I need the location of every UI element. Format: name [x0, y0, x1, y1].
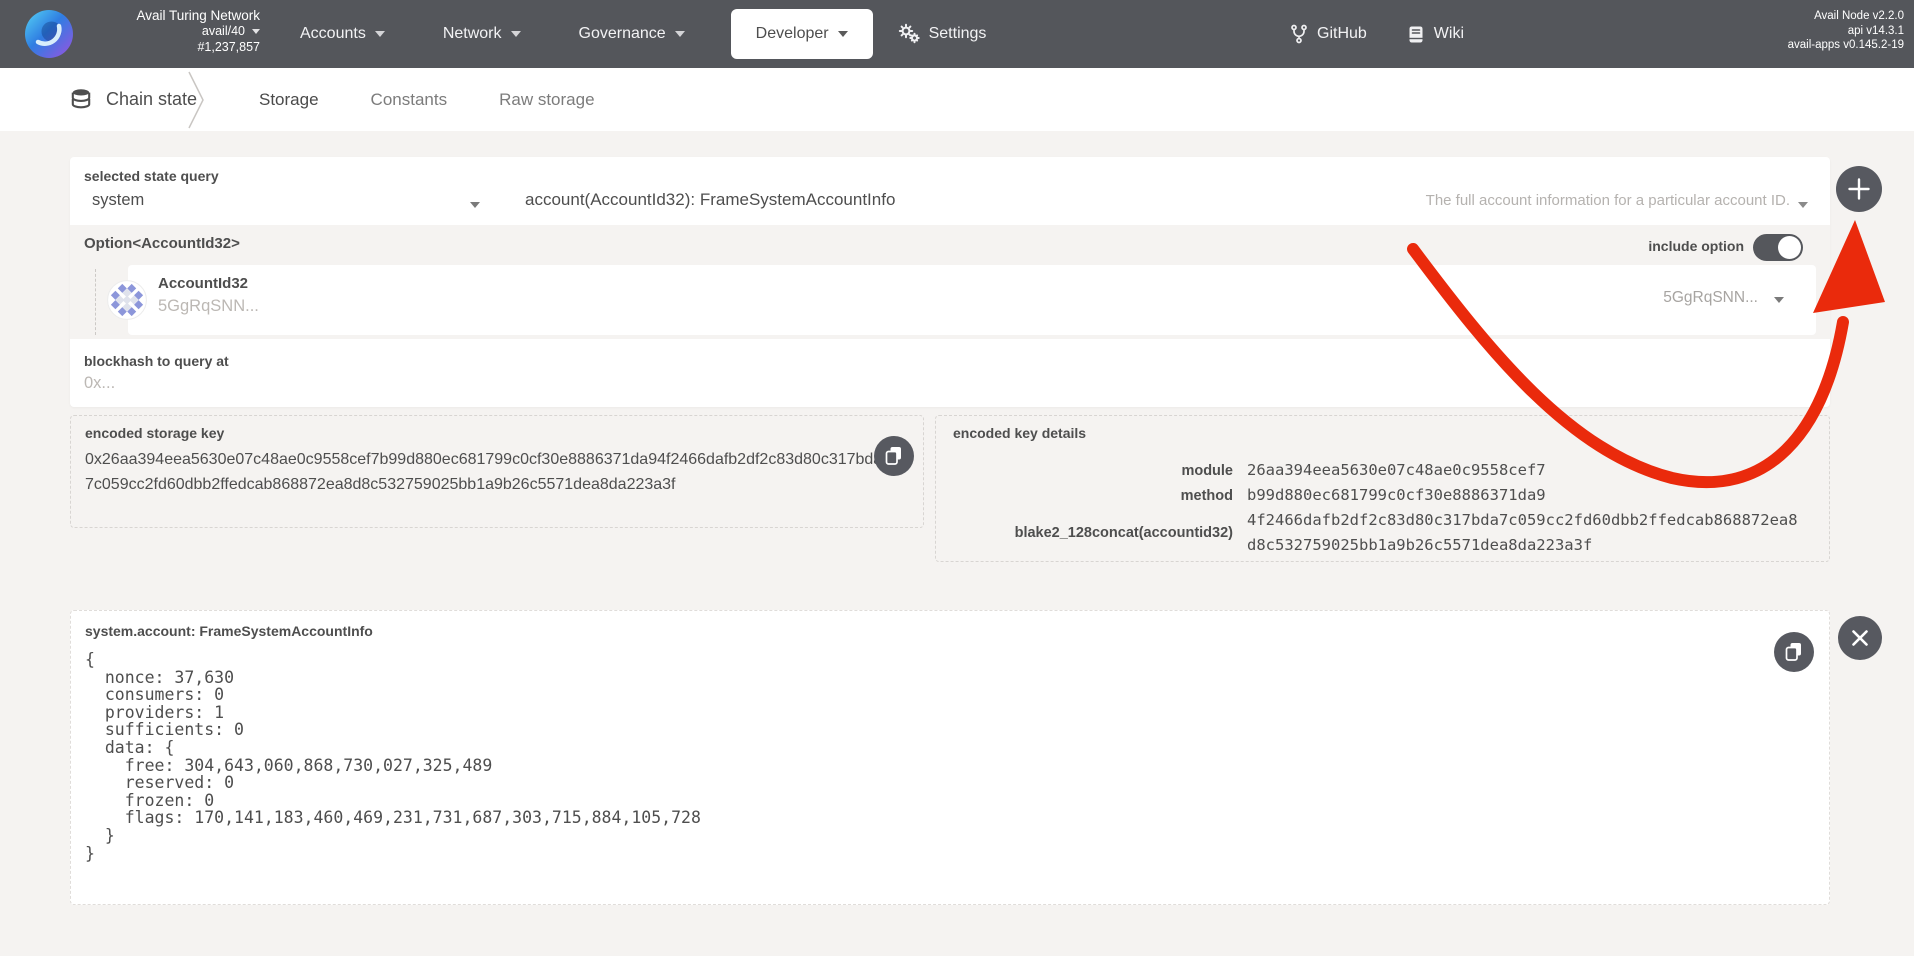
detail-row-method: method b99d880ec681799c0cf30e8886371da9 — [936, 483, 1829, 508]
include-option-label: include option — [1648, 238, 1744, 254]
encoded-storage-key-value: 0x26aa394eea5630e07c48ae0c9558cef7b99d88… — [85, 447, 891, 497]
apps-version: avail-apps v0.145.2-19 — [1788, 38, 1904, 53]
caret-down-icon — [1798, 202, 1808, 208]
detail-value: 26aa394eea5630e07c48ae0c9558cef7 — [1247, 458, 1799, 483]
param-card: AccountId32 5GgRqSNN... — [128, 265, 1816, 335]
wiki-link[interactable]: Wiki — [1407, 25, 1464, 44]
detail-value: b99d880ec681799c0cf30e8886371da9 — [1247, 483, 1799, 508]
avail-logo-icon — [25, 10, 73, 58]
detail-value: 4f2466dafb2df2c83d80c317bda7c059cc2fd60d… — [1247, 508, 1799, 558]
add-query-button[interactable] — [1836, 166, 1882, 212]
option-type-label: Option<AccountId32> — [84, 235, 240, 252]
encoded-key-details-label: encoded key details — [953, 425, 1086, 441]
section-label: Chain state — [106, 89, 197, 110]
method-description: The full account information for a parti… — [1426, 192, 1790, 209]
copy-key-button[interactable] — [874, 436, 914, 476]
tab-storage[interactable]: Storage — [259, 68, 319, 131]
caret-down-icon — [1774, 297, 1784, 303]
detail-label: method — [936, 484, 1233, 508]
result-json: { nonce: 37,630 consumers: 0 providers: … — [85, 651, 701, 862]
nav-item-governance[interactable]: Governance — [579, 25, 685, 43]
detail-label: blake2_128concat(accountid32) — [936, 521, 1233, 545]
detail-label: module — [936, 459, 1233, 483]
avail-logo[interactable] — [25, 10, 73, 58]
query-card: selected state query system account(Acco… — [70, 157, 1830, 407]
result-card: system.account: FrameSystemAccountInfo {… — [70, 610, 1830, 905]
method-select[interactable]: account(AccountId32): FrameSystemAccount… — [510, 185, 1830, 225]
main-nav: Accounts Network Governance Developer Se… — [300, 0, 986, 68]
encoded-storage-key-label: encoded storage key — [85, 425, 224, 441]
detail-row-blake2: blake2_128concat(accountid32) 4f2466dafb… — [936, 508, 1829, 558]
tab-constants[interactable]: Constants — [371, 68, 448, 131]
gear-cluster-icon — [897, 23, 921, 45]
tab-raw-storage[interactable]: Raw storage — [499, 68, 594, 131]
nav-item-accounts[interactable]: Accounts — [300, 25, 385, 43]
section-divider — [188, 70, 208, 130]
copy-icon — [874, 436, 914, 476]
caret-down-icon — [511, 31, 521, 37]
blockhash-label: blockhash to query at — [84, 353, 229, 369]
module-select[interactable]: system — [70, 185, 510, 225]
identicon[interactable] — [107, 280, 147, 320]
chain-label: avail/40 — [202, 24, 245, 39]
account-id-input[interactable] — [158, 297, 798, 316]
database-icon — [70, 88, 92, 111]
close-icon — [1838, 616, 1882, 660]
module-value: system — [92, 191, 144, 210]
version-info: Avail Node v2.2.0 api v14.3.1 avail-apps… — [1788, 9, 1904, 53]
settings-button[interactable]: Settings — [897, 23, 987, 45]
nav-item-network[interactable]: Network — [443, 25, 521, 43]
tab-bar: Chain state Storage Constants Raw storag… — [0, 68, 1914, 131]
encoded-storage-key-panel: encoded storage key 0x26aa394eea5630e07c… — [70, 415, 924, 528]
api-version: api v14.3.1 — [1788, 24, 1904, 39]
nav-item-developer-active[interactable]: Developer — [731, 9, 873, 59]
param-guide-line — [95, 269, 96, 335]
method-signature: account(AccountId32): FrameSystemAccount… — [525, 190, 895, 210]
account-dropdown-value[interactable]: 5GgRqSNN... — [1663, 289, 1758, 307]
copy-icon — [1774, 632, 1814, 672]
node-version: Avail Node v2.2.0 — [1788, 9, 1904, 24]
caret-down-icon — [375, 31, 385, 37]
include-option-toggle[interactable] — [1753, 234, 1803, 261]
github-link[interactable]: GitHub — [1290, 24, 1367, 44]
close-result-button[interactable] — [1838, 616, 1882, 660]
network-name: Avail Turing Network — [78, 7, 260, 24]
git-fork-icon — [1290, 24, 1308, 44]
chain-selector[interactable]: avail/40 — [78, 24, 260, 39]
caret-down-icon — [838, 31, 848, 37]
book-icon — [1407, 25, 1425, 44]
caret-down-icon — [675, 31, 685, 37]
encoded-key-details-panel: encoded key details module 26aa394eea563… — [935, 415, 1830, 562]
identicon-image — [107, 280, 147, 320]
caret-down-icon — [470, 202, 480, 208]
block-number[interactable]: #1,237,857 — [78, 39, 260, 55]
query-section-label: selected state query — [84, 168, 219, 184]
param-name-label: AccountId32 — [158, 275, 248, 292]
copy-result-button[interactable] — [1774, 632, 1814, 672]
caret-down-icon — [252, 29, 260, 34]
result-title: system.account: FrameSystemAccountInfo — [85, 623, 373, 639]
app-header: Avail Turing Network avail/40 #1,237,857… — [0, 0, 1914, 68]
blockhash-input[interactable] — [84, 374, 1284, 393]
plus-icon — [1836, 166, 1882, 212]
detail-row-module: module 26aa394eea5630e07c48ae0c9558cef7 — [936, 458, 1829, 483]
option-section: Option<AccountId32> include option — [70, 225, 1830, 339]
section-title: Chain state — [70, 68, 197, 131]
